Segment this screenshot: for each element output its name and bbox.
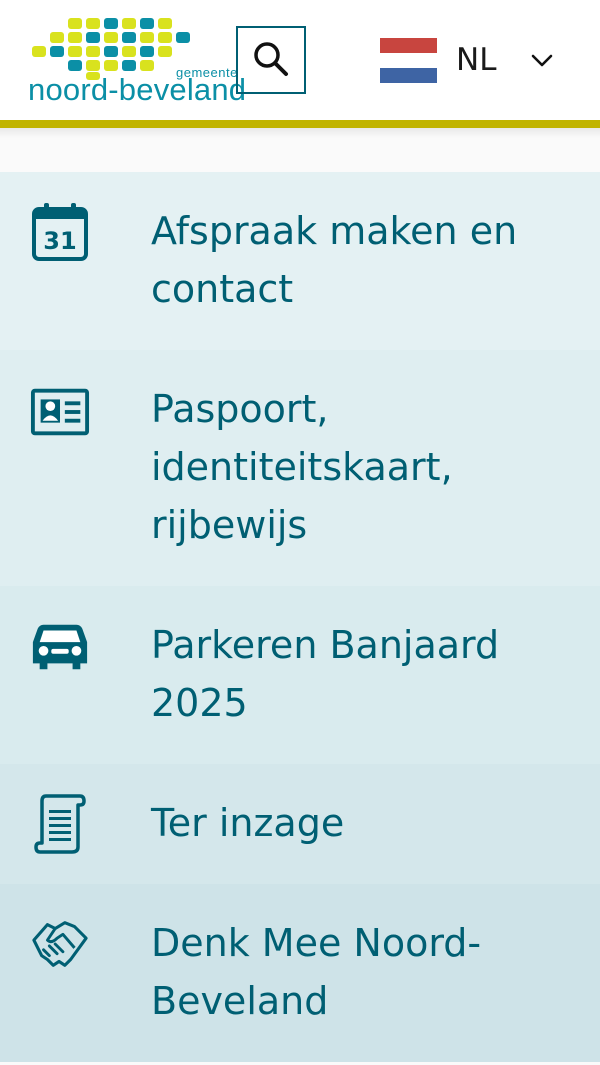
list-item-label: Parkeren Banjaard 2025 bbox=[151, 623, 500, 725]
list-item-denk-mee[interactable]: Denk Mee Noord-Beveland bbox=[0, 884, 600, 1062]
netherlands-flag-icon bbox=[380, 37, 437, 83]
list-item-ter-inzage[interactable]: Ter inzage bbox=[0, 764, 600, 884]
list-item-label: Afspraak maken en contact bbox=[151, 209, 518, 311]
search-button[interactable] bbox=[236, 26, 306, 94]
document-icon bbox=[30, 794, 90, 854]
list-item-afspraak[interactable]: 31 Afspraak maken en contact bbox=[0, 172, 600, 350]
list-item-label: Denk Mee Noord-Beveland bbox=[151, 921, 482, 1023]
list-item-parkeren[interactable]: Parkeren Banjaard 2025 bbox=[0, 586, 600, 764]
flag-stripe-red bbox=[380, 37, 437, 53]
list-item-label: Paspoort, identiteitskaart, rijbewijs bbox=[151, 387, 453, 547]
car-icon bbox=[30, 616, 90, 676]
flag-stripe-white bbox=[380, 52, 437, 68]
list-item-label: Ter inzage bbox=[151, 801, 345, 845]
flag-stripe-blue bbox=[380, 67, 437, 83]
calendar-icon: 31 bbox=[30, 202, 90, 262]
search-icon bbox=[251, 39, 291, 82]
list-item-paspoort[interactable]: Paspoort, identiteitskaart, rijbewijs bbox=[0, 350, 600, 586]
chevron-down-icon bbox=[530, 50, 554, 74]
language-code: NL bbox=[456, 42, 497, 78]
site-header: gemeente noord-beveland NL bbox=[0, 0, 600, 120]
header-shadow bbox=[0, 128, 600, 138]
svg-text:31: 31 bbox=[43, 227, 76, 255]
logo-wordmark: noord-beveland bbox=[28, 72, 247, 107]
id-card-icon bbox=[30, 382, 90, 442]
header-accent-bar bbox=[0, 120, 600, 128]
handshake-icon bbox=[30, 914, 90, 974]
language-selector[interactable]: NL bbox=[380, 36, 570, 84]
logo-icon bbox=[32, 18, 190, 80]
quick-links-list: 31 Afspraak maken en contact Paspoort, i… bbox=[0, 172, 600, 1062]
